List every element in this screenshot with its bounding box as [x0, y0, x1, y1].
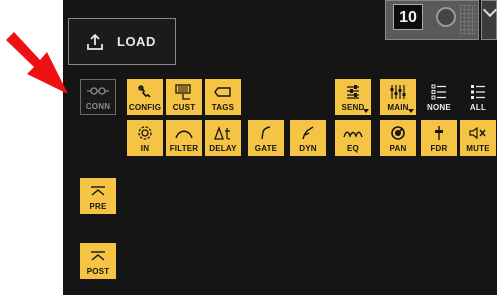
gear-icon: [137, 124, 153, 142]
send-label: SEND: [341, 103, 365, 112]
filter-curve-icon: [175, 124, 193, 142]
conn-label: CONN: [85, 102, 111, 111]
config-label: CONFIG: [128, 103, 162, 112]
dropdown-triangle-icon: [408, 109, 414, 113]
filter-button[interactable]: FILTER: [166, 120, 202, 156]
load-button-label: LOAD: [117, 34, 156, 49]
delta-t-icon: [213, 124, 233, 142]
pan-knob-icon: [390, 124, 406, 142]
tags-button[interactable]: TAGS: [205, 79, 241, 115]
wrench-icon: [137, 83, 153, 101]
list-none-icon: [431, 83, 447, 101]
in-button[interactable]: IN: [127, 120, 163, 156]
main-label: MAIN: [387, 103, 409, 112]
dropdown-triangle-icon: [363, 109, 369, 113]
scene-dropdown[interactable]: [481, 0, 497, 40]
eq-label: EQ: [347, 144, 359, 153]
post-button[interactable]: POST: [80, 243, 116, 279]
fdr-label: FDR: [430, 144, 448, 153]
main-button[interactable]: MAIN: [380, 79, 416, 115]
upload-icon: [87, 33, 103, 50]
dynamics-curve-icon: [301, 124, 315, 142]
keyboard-icon: [174, 83, 194, 101]
post-tap-icon: [89, 247, 107, 265]
gate-curve-icon: [259, 124, 273, 142]
conn-button[interactable]: CONN: [80, 79, 116, 115]
pan-label: PAN: [389, 144, 407, 153]
scene-number: 10: [393, 4, 423, 30]
eq-curve-icon: [343, 124, 363, 142]
scene-indicator[interactable]: 10: [385, 0, 497, 40]
pre-button[interactable]: PRE: [80, 178, 116, 214]
delay-label: DELAY: [209, 144, 237, 153]
send-button[interactable]: SEND: [335, 79, 371, 115]
gate-button[interactable]: GATE: [248, 120, 284, 156]
scene-box[interactable]: 10: [385, 0, 479, 40]
link-icon: [87, 82, 109, 100]
all-button[interactable]: ALL: [460, 79, 496, 115]
fader-icon: [432, 124, 446, 142]
delay-button[interactable]: DELAY: [205, 120, 241, 156]
dyn-label: DYN: [299, 144, 317, 153]
red-arrow-annotation: [6, 32, 68, 94]
gate-label: GATE: [254, 144, 278, 153]
list-all-icon: [470, 83, 486, 101]
send-faders-icon: [345, 83, 361, 101]
main-faders-icon: [389, 83, 407, 101]
cust-button[interactable]: CUST: [166, 79, 202, 115]
none-label: NONE: [427, 103, 451, 112]
in-label: IN: [140, 144, 150, 153]
all-label: ALL: [469, 103, 487, 112]
cust-label: CUST: [172, 103, 196, 112]
post-label: POST: [86, 267, 110, 276]
mute-speaker-icon: [469, 124, 487, 142]
tag-icon: [214, 83, 232, 101]
mute-button[interactable]: MUTE: [460, 120, 496, 156]
pre-label: PRE: [89, 202, 107, 211]
fdr-button[interactable]: FDR: [421, 120, 457, 156]
config-button[interactable]: CONFIG: [127, 79, 163, 115]
load-button[interactable]: LOAD: [68, 18, 176, 65]
eq-button[interactable]: EQ: [335, 120, 371, 156]
mute-label: MUTE: [466, 144, 490, 153]
chevron-down-icon: [482, 2, 497, 18]
dyn-button[interactable]: DYN: [290, 120, 326, 156]
tags-label: TAGS: [211, 103, 235, 112]
none-button[interactable]: NONE: [421, 79, 457, 115]
filter-label: FILTER: [169, 144, 199, 153]
knob-icon: [436, 7, 456, 27]
grid-icon: [460, 5, 476, 35]
pre-tap-icon: [89, 182, 107, 200]
pan-button[interactable]: PAN: [380, 120, 416, 156]
